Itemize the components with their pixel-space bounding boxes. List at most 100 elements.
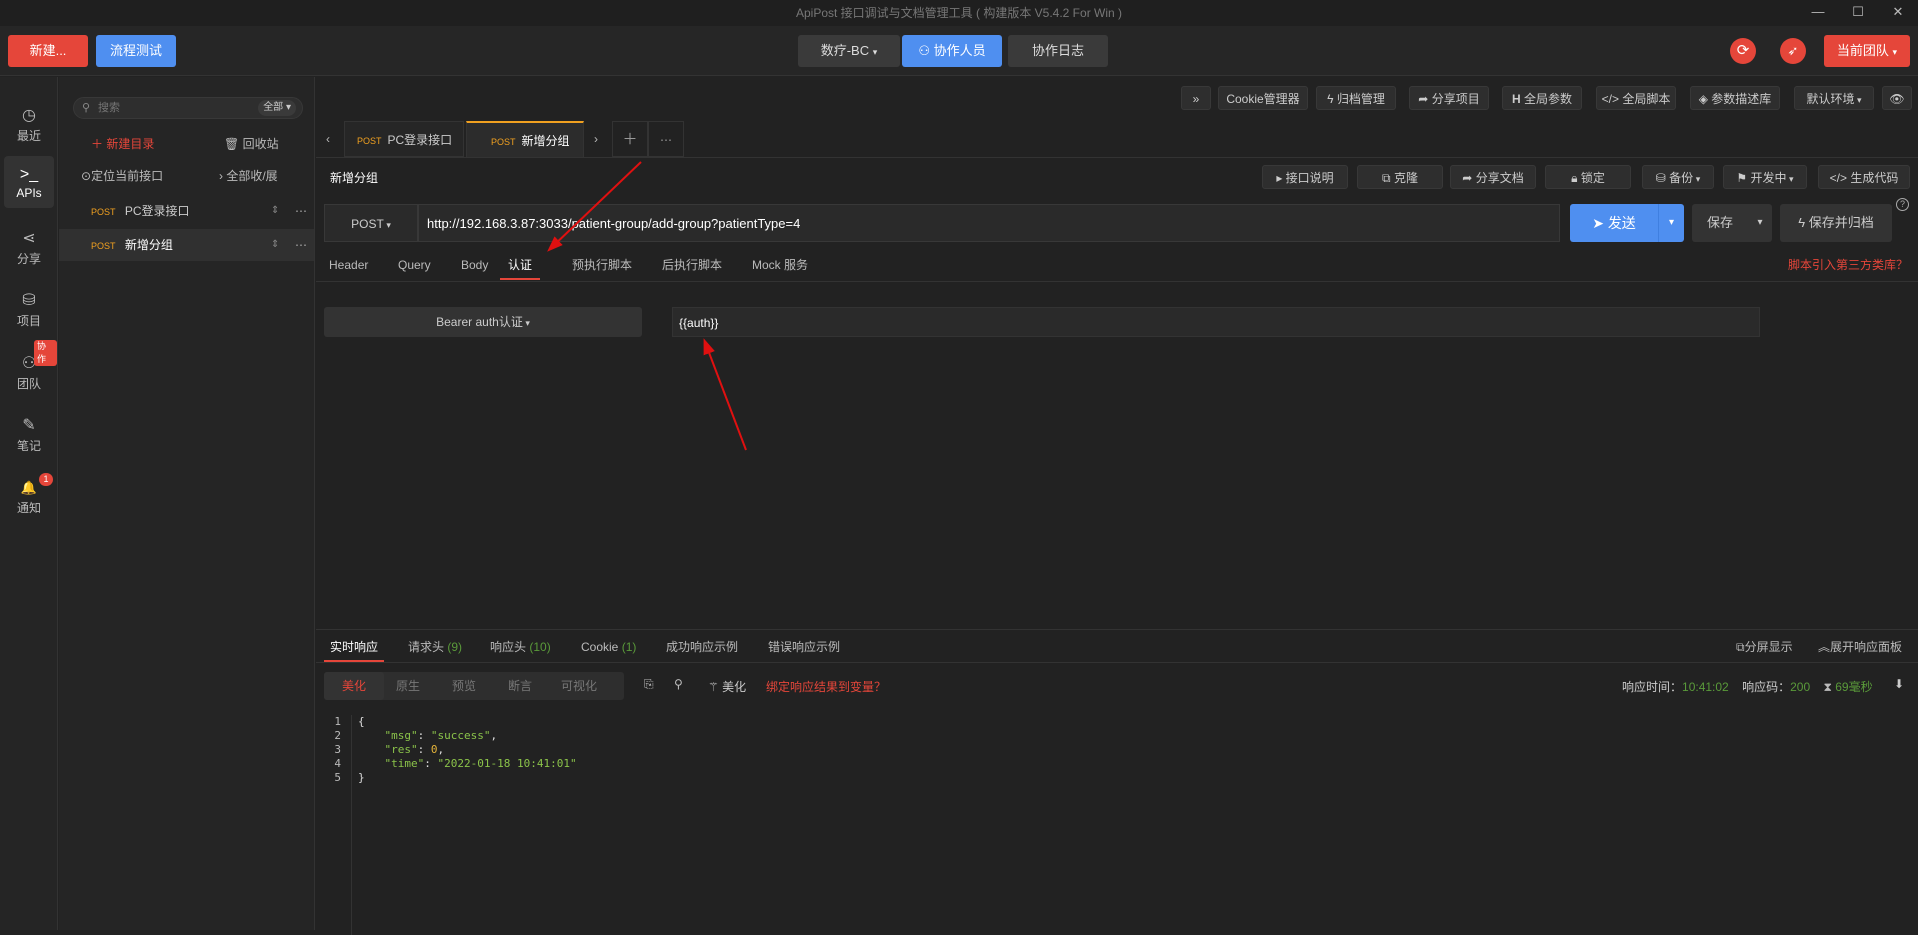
code-gutter: 1 2 3 4 5: [316, 715, 352, 935]
env-select[interactable]: 默认环境 ▾: [1794, 86, 1874, 110]
share-project-button[interactable]: ➦ 分享项目: [1409, 86, 1489, 110]
auth-token-input[interactable]: {{auth}}: [672, 307, 1760, 337]
lock-button[interactable]: 🔒︎ 锁定: [1545, 165, 1631, 189]
expand-button[interactable]: »: [1181, 86, 1211, 110]
tab-post-script[interactable]: 后执行脚本: [662, 250, 722, 280]
minimize-button[interactable]: —: [1798, 0, 1838, 26]
rocket-icon[interactable]: ➶: [1780, 38, 1806, 64]
archive-label: 归档管理: [1336, 92, 1385, 106]
param-lib-button[interactable]: ◈ 参数描述库: [1690, 86, 1780, 110]
recycle-button[interactable]: 🗑 回收站: [224, 135, 279, 152]
nav-project[interactable]: ⛁ 项目: [4, 282, 54, 332]
view-beautify[interactable]: 美化: [324, 672, 384, 700]
code-value: 200: [1790, 680, 1811, 694]
cookie-manager-button[interactable]: Cookie管理器: [1218, 86, 1308, 110]
tab-body[interactable]: Body: [461, 250, 488, 280]
tab-live-response[interactable]: 实时响应: [324, 632, 385, 662]
search-input[interactable]: [98, 100, 228, 116]
current-team-button[interactable]: 当前团队 ▾: [1824, 35, 1910, 67]
locate-label: 定位当前接口: [91, 169, 164, 183]
tab-resp-headers[interactable]: 响应头 (10): [490, 632, 551, 662]
save-archive-button[interactable]: ϟ 保存并归档: [1780, 204, 1892, 242]
nav-share[interactable]: ⋖ 分享: [4, 220, 54, 270]
tab-pc-login[interactable]: POST PC登录接口: [344, 121, 464, 157]
gen-code-button[interactable]: </> 生成代码: [1818, 165, 1910, 189]
global-params-button[interactable]: H 全局参数: [1502, 86, 1582, 110]
bind-var-link[interactable]: 绑定响应结果到变量？: [766, 678, 886, 695]
response-body[interactable]: { "msg": "success", "res": 0, "time": "2…: [358, 715, 577, 785]
method-select[interactable]: POST ▾: [324, 204, 418, 242]
clone-button[interactable]: ⧉ 克隆: [1357, 165, 1443, 189]
copy-icon[interactable]: ⎘: [644, 677, 654, 692]
view-assert[interactable]: 断言: [492, 672, 548, 700]
view-visual[interactable]: 可视化: [548, 672, 610, 700]
archive-button[interactable]: ϟ 归档管理: [1316, 86, 1396, 110]
flow-test-button[interactable]: 流程测试: [96, 35, 176, 67]
tab-req-headers[interactable]: 请求头 (9): [408, 632, 462, 662]
send-dropdown[interactable]: ▾: [1658, 204, 1684, 242]
list-item[interactable]: POST 新增分组 ⇕ ⋯: [59, 229, 314, 261]
tab-add-group[interactable]: POST 新增分组: [466, 121, 584, 157]
search-icon[interactable]: ⚲: [674, 677, 683, 691]
backup-select[interactable]: ⛁ 备份 ▾: [1642, 165, 1714, 189]
tab-label: 响应头: [490, 640, 527, 654]
tab-error-example[interactable]: 错误响应示例: [768, 632, 840, 662]
share-doc-button[interactable]: ➦ 分享文档: [1450, 165, 1536, 189]
tab-cookie[interactable]: Cookie (1): [581, 632, 636, 662]
auth-type-select[interactable]: Bearer auth认证 ▾: [324, 307, 642, 337]
script-lib-link[interactable]: 脚本引入第三方类库？: [1788, 250, 1908, 280]
nav-apis[interactable]: >_ APIs: [4, 156, 54, 208]
api-doc-button[interactable]: ▸ 接口说明: [1262, 165, 1348, 189]
nav-notes[interactable]: ✎ 笔记: [4, 407, 54, 457]
status-select[interactable]: ⚑ 开发中 ▾: [1723, 165, 1807, 189]
line-number: 2: [334, 729, 341, 742]
collapse-button[interactable]: › 全部收/展: [219, 167, 278, 184]
new-button[interactable]: 新建...: [8, 35, 88, 67]
clone-label: 克隆: [1393, 171, 1418, 185]
nav-recent[interactable]: ◷ 最近: [4, 97, 54, 147]
sort-icon[interactable]: ⇕: [271, 195, 279, 227]
help-icon[interactable]: ?: [1896, 198, 1909, 211]
beautify-button[interactable]: ⚚ 美化: [708, 678, 746, 695]
expand-panel-button[interactable]: ︽展开响应面板: [1818, 632, 1902, 662]
locate-button[interactable]: ⊙定位当前接口: [81, 167, 163, 184]
method-badge: POST: [91, 241, 116, 251]
view-raw[interactable]: 原生: [380, 672, 436, 700]
tab-pre-script[interactable]: 预执行脚本: [572, 250, 632, 280]
sort-icon[interactable]: ⇕: [271, 229, 279, 261]
api-sidebar: ⚲ 全部 ▾ ＋ 新建目录 🗑 回收站 ⊙定位当前接口 › 全部收/展 POST…: [59, 77, 315, 930]
split-icon: ⧉: [1736, 640, 1745, 654]
tab-query[interactable]: Query: [398, 250, 431, 280]
new-dir-button[interactable]: ＋ 新建目录: [91, 135, 154, 152]
more-icon[interactable]: ⋯: [295, 229, 307, 261]
save-button[interactable]: 保存: [1692, 204, 1748, 242]
more-tabs-button[interactable]: ⋯: [648, 121, 684, 157]
tab-header[interactable]: Header: [329, 250, 368, 280]
global-script-button[interactable]: </> 全局脚本: [1596, 86, 1676, 110]
save-dropdown[interactable]: ▾: [1748, 204, 1772, 242]
eye-icon[interactable]: 👁: [1882, 86, 1912, 110]
tab-auth[interactable]: 认证: [500, 250, 541, 280]
cubes-icon: ⛁: [22, 292, 36, 309]
tab-scroll-left[interactable]: ‹: [320, 121, 336, 157]
download-icon[interactable]: ⬇: [1894, 677, 1904, 691]
maximize-button[interactable]: ☐: [1838, 0, 1878, 26]
split-view-button[interactable]: ⧉分屏显示: [1736, 632, 1793, 662]
search-box[interactable]: ⚲ 全部 ▾: [73, 97, 303, 119]
more-icon[interactable]: ⋯: [295, 195, 307, 227]
project-select[interactable]: 数疗-BC ▾: [798, 35, 900, 67]
add-tab-button[interactable]: ＋: [612, 121, 648, 157]
tab-scroll-right[interactable]: ›: [588, 121, 604, 157]
split-label: 分屏显示: [1744, 640, 1793, 654]
send-button[interactable]: ➤ 发送: [1570, 204, 1658, 242]
tab-mock[interactable]: Mock 服务: [752, 250, 808, 280]
list-item[interactable]: POST PC登录接口 ⇕ ⋯: [59, 195, 314, 227]
close-window-button[interactable]: ✕: [1878, 0, 1918, 26]
filter-select[interactable]: 全部 ▾: [258, 100, 296, 116]
tab-success-example[interactable]: 成功响应示例: [666, 632, 738, 662]
url-input[interactable]: http://192.168.3.87:3033/patient-group/a…: [418, 204, 1560, 242]
sync-icon[interactable]: ⟳: [1730, 38, 1756, 64]
view-preview[interactable]: 预览: [436, 672, 492, 700]
members-button[interactable]: ⚇ 协作人员: [902, 35, 1002, 67]
collab-log-button[interactable]: 协作日志: [1008, 35, 1108, 67]
